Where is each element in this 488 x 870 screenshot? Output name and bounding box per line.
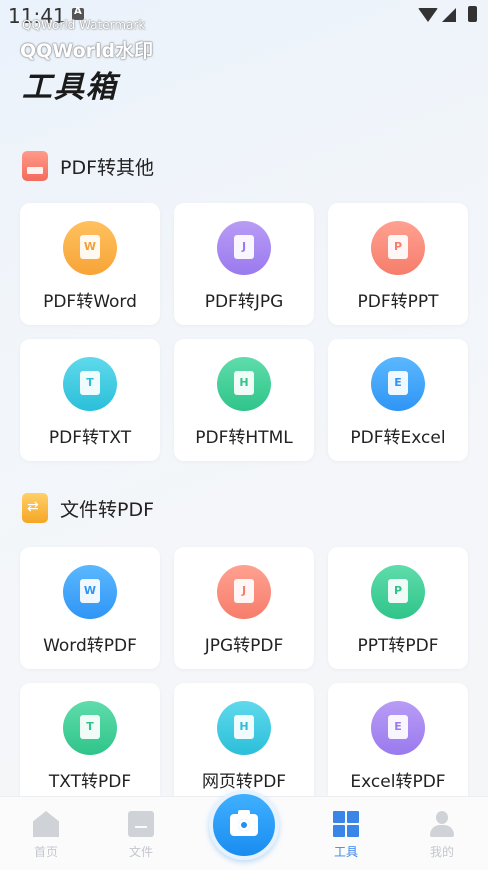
tool-card-pdf-to-txt[interactable]: T PDF转TXT	[20, 339, 160, 461]
jpg-doc-icon: J	[217, 565, 271, 619]
nav-item-profile[interactable]: 我的	[412, 811, 472, 860]
section-header-file-to-pdf: 文件转PDF	[22, 492, 154, 524]
profile-icon	[429, 811, 455, 837]
page-title: 工具箱	[22, 70, 118, 105]
home-icon	[33, 811, 59, 837]
folder-icon	[128, 811, 154, 837]
tool-card-txt-to-pdf[interactable]: T TXT转PDF	[20, 683, 160, 805]
section-header-pdf-to-other: PDF转其他	[22, 150, 154, 182]
html-doc-icon: H	[217, 701, 271, 755]
tool-card-pdf-to-ppt[interactable]: P PDF转PPT	[328, 203, 468, 325]
tool-label: TXT转PDF	[48, 772, 132, 792]
tool-label: PDF转Excel	[350, 428, 446, 448]
excel-doc-icon: E	[371, 357, 425, 411]
tools-icon	[333, 811, 359, 837]
nav-label: 我的	[429, 845, 454, 859]
word-doc-icon: W	[63, 221, 117, 275]
ppt-doc-icon: P	[371, 565, 425, 619]
tool-card-pdf-to-html[interactable]: H PDF转HTML	[174, 339, 314, 461]
nav-item-files[interactable]: 文件	[111, 811, 171, 860]
tool-label: PDF转Word	[43, 292, 137, 312]
file-convert-icon	[22, 493, 48, 523]
tool-card-pdf-to-word[interactable]: W PDF转Word	[20, 203, 160, 325]
tool-label: PDF转TXT	[48, 428, 132, 448]
tool-card-excel-to-pdf[interactable]: E Excel转PDF	[328, 683, 468, 805]
tool-label: 网页转PDF	[201, 772, 287, 792]
nav-item-tools[interactable]: 工具	[316, 811, 376, 860]
tool-label: PPT转PDF	[357, 636, 439, 656]
tool-label: PDF转HTML	[195, 428, 293, 448]
tool-label: Word转PDF	[43, 636, 137, 656]
pdf-file-icon	[22, 151, 48, 181]
nav-label: 首页	[33, 845, 58, 859]
tool-label: PDF转PPT	[357, 292, 439, 312]
html-doc-icon: H	[217, 357, 271, 411]
section-title: PDF转其他	[60, 156, 155, 179]
nav-item-home[interactable]: 首页	[16, 811, 76, 860]
tool-label: Excel转PDF	[350, 772, 446, 792]
tool-card-ppt-to-pdf[interactable]: P PPT转PDF	[328, 547, 468, 669]
tool-card-word-to-pdf[interactable]: W Word转PDF	[20, 547, 160, 669]
battery-icon	[468, 6, 477, 22]
word-doc-icon: W	[63, 565, 117, 619]
tool-card-jpg-to-pdf[interactable]: J JPG转PDF	[174, 547, 314, 669]
jpg-doc-icon: J	[217, 221, 271, 275]
camera-button[interactable]	[209, 790, 279, 860]
tool-grid-pdf-to-other: W PDF转Word J PDF转JPG P PDF转PPT T PDF转TXT…	[20, 203, 468, 461]
section-title: 文件转PDF	[60, 498, 155, 521]
tool-grid-file-to-pdf: W Word转PDF J JPG转PDF P PPT转PDF T TXT转PDF…	[20, 547, 468, 805]
watermark-line-2: QQWorld水印	[20, 40, 154, 62]
tool-card-pdf-to-excel[interactable]: E PDF转Excel	[328, 339, 468, 461]
ppt-doc-icon: P	[371, 221, 425, 275]
nav-label: 文件	[128, 845, 153, 859]
signal-icon	[442, 8, 456, 22]
excel-doc-icon: E	[371, 701, 425, 755]
txt-doc-icon: T	[63, 357, 117, 411]
txt-doc-icon: T	[63, 701, 117, 755]
tool-card-webpage-to-pdf[interactable]: H 网页转PDF	[174, 683, 314, 805]
tool-label: JPG转PDF	[204, 636, 284, 656]
watermark-line-1: QQWorld Watermark	[22, 18, 146, 32]
tool-label: PDF转JPG	[204, 292, 284, 312]
nav-label: 工具	[333, 845, 358, 859]
tool-card-pdf-to-jpg[interactable]: J PDF转JPG	[174, 203, 314, 325]
camera-icon	[230, 810, 258, 836]
wifi-icon	[418, 8, 438, 22]
